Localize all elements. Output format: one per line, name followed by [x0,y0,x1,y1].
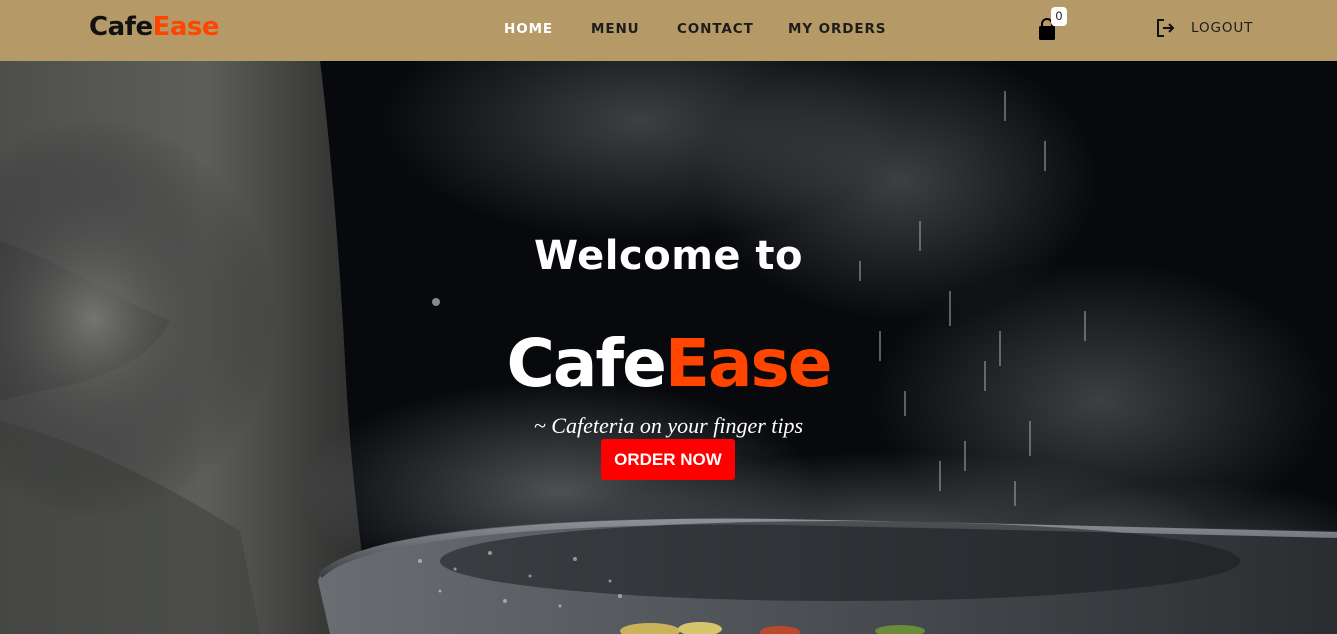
logout-label: LOGOUT [1191,20,1254,36]
hero-brand-title: CafeEase [0,325,1337,403]
hero-brand-part1: Cafe [506,325,666,403]
brand-logo-part1: Cafe [89,12,153,42]
nav-menu-link[interactable]: MENU [591,20,640,38]
hero-brand-part2: Ease [664,325,833,403]
logout-icon [1157,19,1175,37]
nav-home-link[interactable]: HOME [504,20,553,38]
hero-section: Welcome to CafeEase ~ Cafeteria on your … [0,61,1337,634]
nav-contact-link[interactable]: CONTACT [677,20,754,38]
cart-count-badge: 0 [1051,7,1067,26]
brand-logo[interactable]: CafeEase [89,11,220,43]
navbar: CafeEase HOME MENU CONTACT MY ORDERS 0 L… [0,0,1337,61]
brand-logo-part2: Ease [152,12,220,42]
hero-welcome-heading: Welcome to [533,233,804,280]
hero-tagline: ~ Cafeteria on your finger tips [533,413,804,438]
order-now-button[interactable]: ORDER NOW [601,439,735,480]
logout-button[interactable]: LOGOUT [1156,17,1253,39]
nav-my-orders-link[interactable]: MY ORDERS [788,20,886,38]
